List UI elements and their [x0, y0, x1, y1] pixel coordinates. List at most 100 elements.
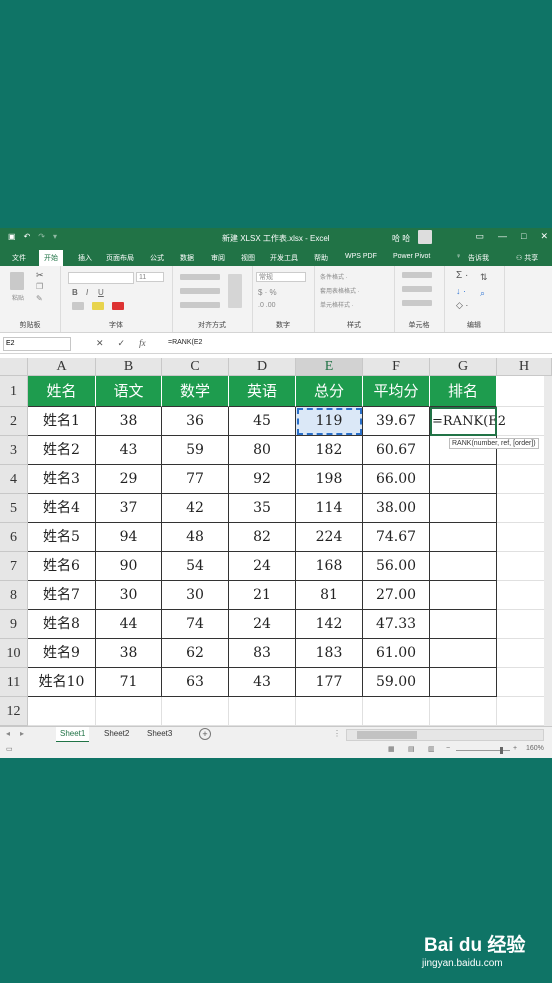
row-header-7[interactable]: 7: [0, 552, 28, 581]
editing-cell[interactable]: =RANK(E2: [430, 407, 506, 436]
vertical-scrollbar[interactable]: [544, 376, 552, 726]
name-box[interactable]: E2: [3, 337, 71, 351]
tab-power-pivot[interactable]: Power Pivot: [393, 253, 430, 260]
close-icon[interactable]: ✕: [540, 231, 548, 242]
table-cell[interactable]: 44: [96, 610, 162, 639]
macro-record-icon[interactable]: ▭: [6, 745, 13, 753]
table-cell[interactable]: 63: [162, 668, 229, 697]
cell[interactable]: [430, 697, 497, 726]
cell[interactable]: [229, 697, 296, 726]
font-color-icon[interactable]: [112, 302, 124, 310]
page-layout-view-icon[interactable]: ▤: [408, 745, 415, 753]
row-header-12[interactable]: 12: [0, 697, 28, 726]
table-cell[interactable]: 142: [296, 610, 363, 639]
table-cell[interactable]: 42: [162, 494, 229, 523]
insert-function-icon[interactable]: fx: [139, 338, 146, 349]
tab-review[interactable]: 审阅: [211, 253, 225, 263]
cancel-icon[interactable]: ✕: [96, 338, 104, 349]
normal-view-icon[interactable]: ▦: [388, 745, 395, 753]
tell-me-search[interactable]: 告诉我: [468, 253, 489, 263]
table-cell[interactable]: 21: [229, 581, 296, 610]
format-painter-icon[interactable]: ✎: [36, 294, 43, 303]
tab-view[interactable]: 视图: [241, 253, 255, 263]
table-cell[interactable]: 姓名9: [28, 639, 96, 668]
italic-button[interactable]: I: [86, 288, 88, 297]
table-cell[interactable]: 38.00: [363, 494, 430, 523]
share-button[interactable]: ⚇ 共享: [516, 253, 538, 263]
table-cell[interactable]: 224: [296, 523, 363, 552]
minimize-icon[interactable]: —: [498, 231, 507, 242]
maximize-icon[interactable]: □: [521, 231, 526, 242]
font-size-select[interactable]: 11: [136, 272, 164, 282]
table-cell[interactable]: 姓名5: [28, 523, 96, 552]
cell[interactable]: [363, 697, 430, 726]
table-cell[interactable]: 54: [162, 552, 229, 581]
column-header-b[interactable]: B: [96, 358, 162, 376]
paste-icon[interactable]: [10, 272, 24, 290]
table-cell[interactable]: 80: [229, 436, 296, 465]
row-header-4[interactable]: 4: [0, 465, 28, 494]
column-header-f[interactable]: F: [363, 358, 430, 376]
autosum-icon[interactable]: Σ ·: [456, 270, 468, 281]
table-cell[interactable]: 81: [296, 581, 363, 610]
format-as-table-button[interactable]: 套用表格格式 ·: [320, 286, 360, 295]
table-cell[interactable]: 177: [296, 668, 363, 697]
table-cell[interactable]: 60.67: [363, 436, 430, 465]
column-header-c[interactable]: C: [162, 358, 229, 376]
table-cell[interactable]: 94: [96, 523, 162, 552]
table-cell[interactable]: 92: [229, 465, 296, 494]
add-sheet-icon[interactable]: +: [199, 728, 211, 740]
find-icon[interactable]: ⌕: [480, 288, 485, 299]
column-header-e[interactable]: E: [296, 358, 363, 376]
table-cell[interactable]: 82: [229, 523, 296, 552]
table-cell[interactable]: 66.00: [363, 465, 430, 494]
table-cell[interactable]: 74.67: [363, 523, 430, 552]
page-break-view-icon[interactable]: ▥: [428, 745, 435, 753]
table-cell[interactable]: 39.67: [363, 407, 430, 436]
table-cell[interactable]: 74: [162, 610, 229, 639]
table-cell[interactable]: 43: [96, 436, 162, 465]
row-header-2[interactable]: 2: [0, 407, 28, 436]
fill-icon[interactable]: ↓ ·: [456, 286, 466, 296]
table-cell[interactable]: [430, 581, 497, 610]
table-cell[interactable]: 77: [162, 465, 229, 494]
tab-page-layout[interactable]: 页面布局: [106, 253, 134, 263]
tab-help[interactable]: 帮助: [314, 253, 328, 263]
column-header-h[interactable]: H: [497, 358, 552, 376]
horizontal-scrollbar[interactable]: [346, 729, 544, 741]
cell-styles-button[interactable]: 单元格样式 ·: [320, 300, 354, 309]
formula-input[interactable]: =RANK(E2: [168, 339, 202, 346]
options-icon[interactable]: ⋮: [333, 729, 341, 738]
fill-color-icon[interactable]: [92, 302, 104, 310]
scroll-left-icon[interactable]: ◂: [6, 729, 10, 738]
column-header-a[interactable]: A: [28, 358, 96, 376]
sheet-tab-3[interactable]: Sheet3: [143, 727, 176, 741]
row-header-10[interactable]: 10: [0, 639, 28, 668]
clear-icon[interactable]: ◇ ·: [456, 300, 468, 311]
cell[interactable]: [162, 697, 229, 726]
table-header-cell[interactable]: 英语: [229, 376, 296, 407]
zoom-slider-thumb[interactable]: [500, 747, 503, 754]
horizontal-scroll-thumb[interactable]: [357, 731, 417, 739]
table-cell[interactable]: 61.00: [363, 639, 430, 668]
tab-formulas[interactable]: 公式: [150, 253, 164, 263]
row-header-3[interactable]: 3: [0, 436, 28, 465]
row-header-1[interactable]: 1: [0, 376, 28, 407]
tab-data[interactable]: 数据: [180, 253, 194, 263]
table-cell[interactable]: [430, 552, 497, 581]
column-header-d[interactable]: D: [229, 358, 296, 376]
table-header-cell[interactable]: 总分: [296, 376, 363, 407]
select-all-corner[interactable]: [0, 358, 28, 376]
tab-developer[interactable]: 开发工具: [270, 253, 298, 263]
vertical-align-icon[interactable]: [180, 274, 220, 280]
enter-icon[interactable]: ✓: [118, 338, 126, 349]
zoom-out-icon[interactable]: −: [446, 745, 450, 752]
table-cell[interactable]: [430, 639, 497, 668]
table-cell[interactable]: 姓名2: [28, 436, 96, 465]
table-header-cell[interactable]: 数学: [162, 376, 229, 407]
table-cell[interactable]: 38: [96, 639, 162, 668]
row-header-9[interactable]: 9: [0, 610, 28, 639]
cut-icon[interactable]: ✂: [36, 270, 44, 281]
active-copy-cell[interactable]: 119: [296, 407, 363, 436]
table-cell[interactable]: 43: [229, 668, 296, 697]
